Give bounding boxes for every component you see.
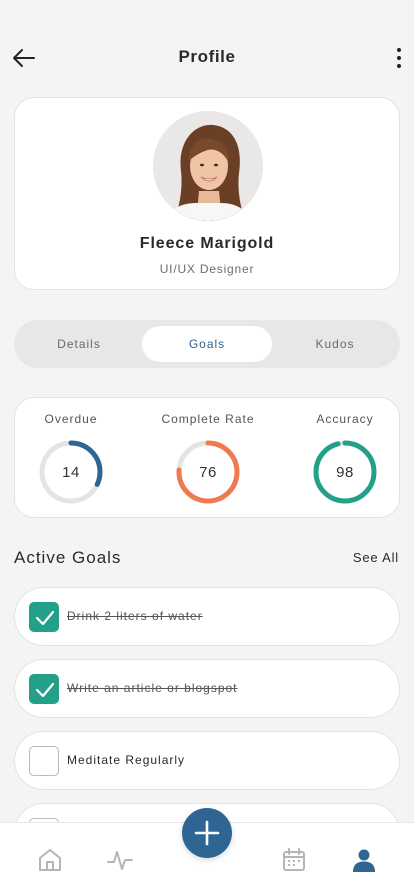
stat-value: 76: [199, 464, 217, 481]
more-options-button[interactable]: [392, 44, 406, 72]
calendar-icon: [283, 848, 305, 871]
stat-value: 14: [62, 464, 80, 481]
tab-kudos[interactable]: Kudos: [270, 326, 400, 362]
home-icon: [39, 849, 61, 871]
profile-name: Fleece Marigold: [139, 235, 275, 252]
page-title: Profile: [178, 47, 236, 66]
stat-label: Overdue: [44, 412, 98, 426]
active-goals-title: Active Goals: [14, 548, 122, 567]
stat-accuracy: Accuracy 98: [281, 398, 409, 519]
avatar: [153, 111, 263, 221]
goal-checkbox[interactable]: [29, 602, 59, 632]
activity-icon: [107, 851, 133, 870]
goal-item[interactable]: Drink 2 liters of water: [14, 587, 400, 646]
stat-value: 98: [336, 464, 354, 481]
nav-calendar[interactable]: [281, 847, 307, 873]
profile-tabs: Details Goals Kudos: [14, 320, 400, 368]
checkmark-icon: [35, 610, 55, 626]
goal-item[interactable]: Write an article or blogspot: [14, 659, 400, 718]
add-button[interactable]: [182, 808, 232, 858]
tab-goals[interactable]: Goals: [142, 326, 272, 362]
tab-details[interactable]: Details: [14, 326, 144, 362]
nav-home[interactable]: [37, 847, 63, 873]
stats-card: Overdue 14 Complete Rate 76 Accuracy 98: [14, 397, 400, 518]
stat-overdue: Overdue 14: [7, 398, 135, 519]
profile-role: UI/UX Designer: [159, 262, 255, 276]
user-icon: [353, 849, 375, 872]
goal-checkbox[interactable]: [29, 674, 59, 704]
profile-card: Fleece Marigold UI/UX Designer: [14, 97, 400, 290]
nav-activity[interactable]: [107, 847, 133, 873]
goal-checkbox[interactable]: [29, 746, 59, 776]
goal-text: Drink 2 liters of water: [67, 609, 203, 623]
stat-label: Complete Rate: [161, 412, 255, 426]
see-all-link[interactable]: See All: [353, 550, 399, 565]
stat-complete-rate: Complete Rate 76: [144, 398, 272, 519]
plus-icon: [194, 820, 220, 846]
goal-item[interactable]: Meditate Regularly: [14, 731, 400, 790]
more-vertical-icon: [397, 48, 401, 68]
stat-label: Accuracy: [316, 412, 374, 426]
nav-profile[interactable]: [351, 847, 377, 873]
checkmark-icon: [35, 682, 55, 698]
goal-text: Meditate Regularly: [67, 753, 186, 767]
goal-text: Write an article or blogspot: [67, 681, 238, 695]
